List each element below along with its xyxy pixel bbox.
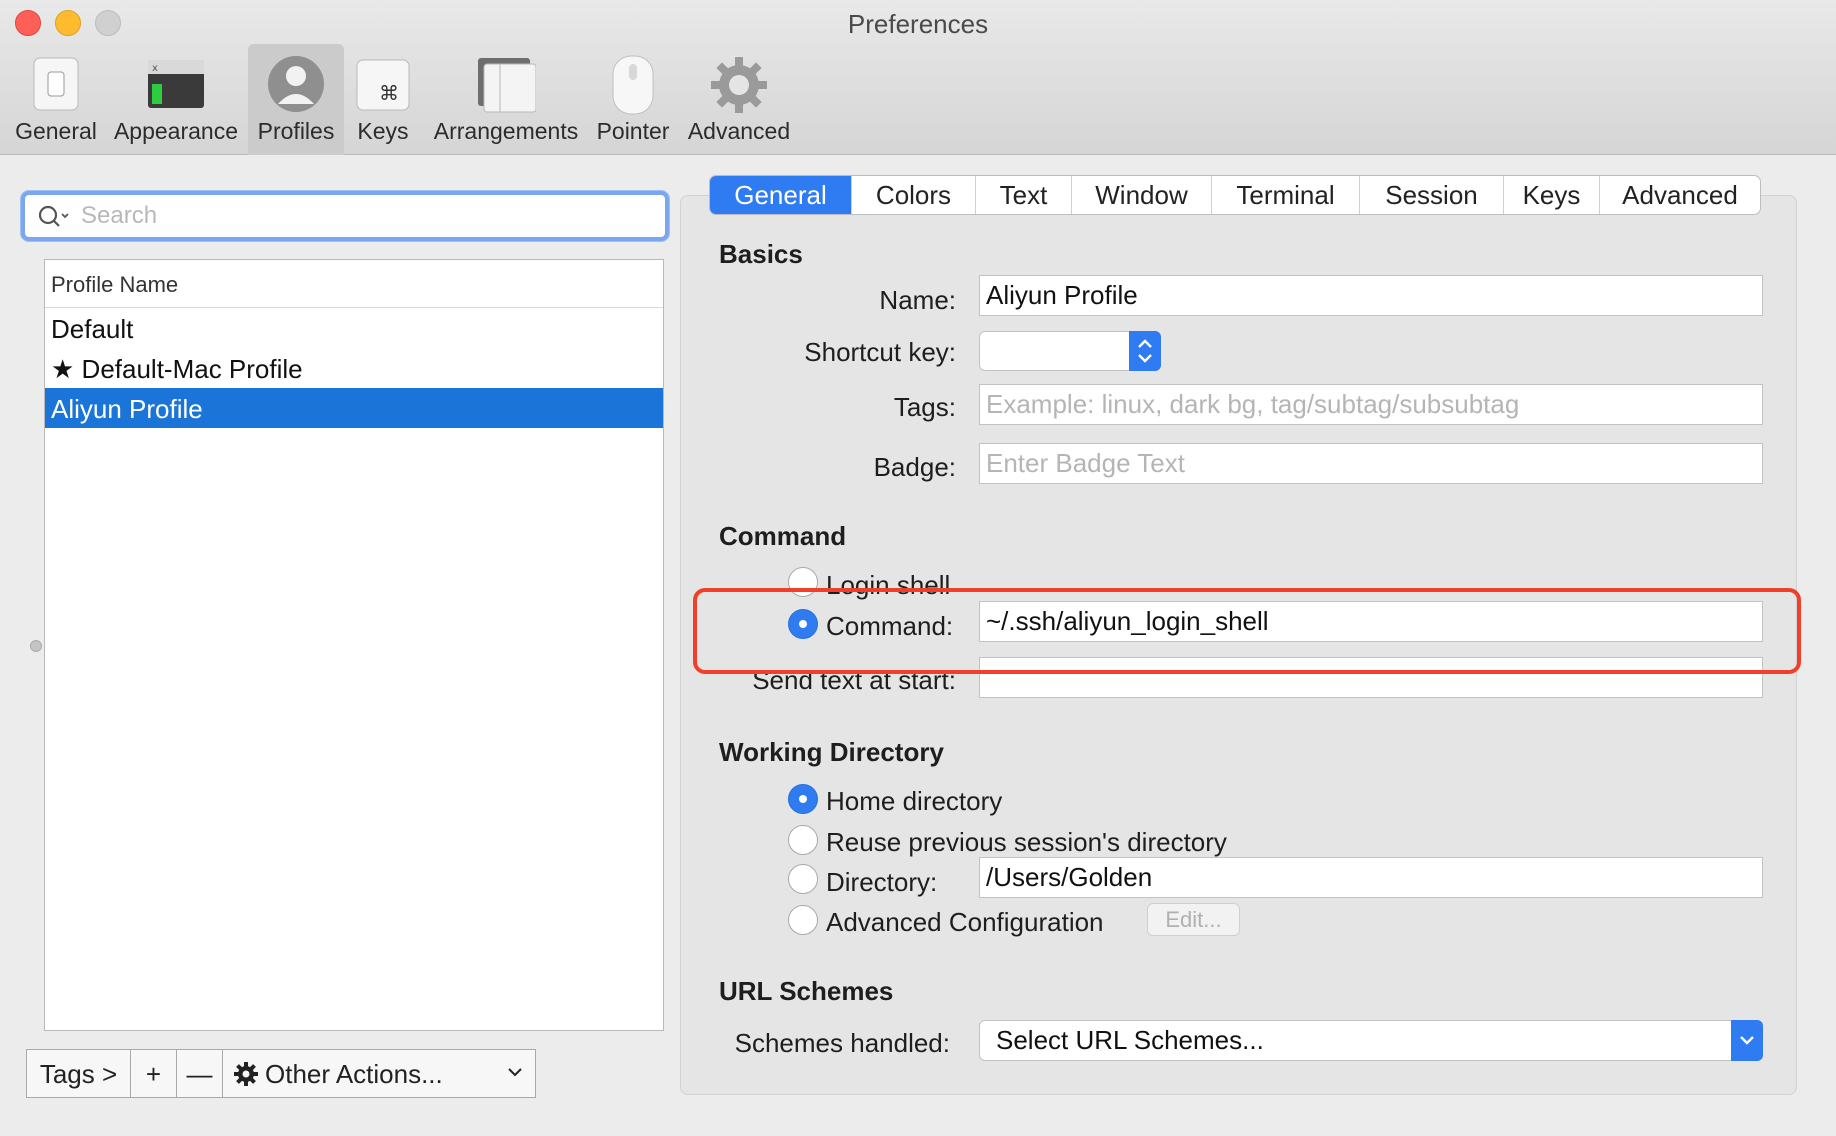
profile-row-aliyun[interactable]: Aliyun Profile xyxy=(45,388,663,428)
shortcut-key-stepper[interactable] xyxy=(1129,331,1161,371)
profile-name-column-header[interactable]: Profile Name xyxy=(45,260,663,308)
toolbar-label-pointer: Pointer xyxy=(596,118,670,144)
profile-row-default[interactable]: Default xyxy=(45,308,663,348)
person-icon xyxy=(268,56,324,112)
chevron-down-icon xyxy=(508,1068,522,1077)
toolbar-general[interactable]: General xyxy=(6,44,106,155)
toolbar-label-general: General xyxy=(15,118,97,144)
basics-section-title: Basics xyxy=(719,239,803,269)
toolbar-keys[interactable]: ⌘ Keys xyxy=(346,44,420,155)
schemes-handled-label: Schemes handled: xyxy=(734,1028,950,1058)
title-bar: Preferences General x Appearance Profile… xyxy=(0,0,1836,155)
tab-keys[interactable]: Keys xyxy=(1504,176,1600,214)
name-label: Name: xyxy=(879,285,956,315)
toolbar-label-profiles: Profiles xyxy=(257,118,335,144)
tags-field[interactable] xyxy=(979,384,1763,425)
search-input[interactable] xyxy=(81,200,641,232)
home-directory-label: Home directory xyxy=(826,786,1003,816)
profile-tabs: General Colors Text Window Terminal Sess… xyxy=(709,175,1761,215)
directory-label: Directory: xyxy=(826,867,938,897)
directory-radio[interactable] xyxy=(788,864,818,894)
reuse-directory-label: Reuse previous session's directory xyxy=(826,827,1227,857)
working-directory-section-title: Working Directory xyxy=(719,737,944,767)
command-highlight-annotation xyxy=(693,588,1801,674)
url-schemes-dropdown-button[interactable] xyxy=(1731,1020,1763,1061)
tab-colors[interactable]: Colors xyxy=(852,176,976,214)
toolbar-profiles[interactable]: Profiles xyxy=(248,44,344,155)
mouse-icon xyxy=(612,55,654,115)
reuse-directory-radio[interactable] xyxy=(788,825,818,855)
toolbar-label-keys: Keys xyxy=(357,118,409,144)
star-icon: ★ xyxy=(51,354,75,384)
url-schemes-value: Select URL Schemes... xyxy=(996,1025,1264,1055)
command-key-icon: ⌘ xyxy=(356,59,410,111)
toolbar-pointer[interactable]: Pointer xyxy=(592,44,674,155)
tab-session[interactable]: Session xyxy=(1360,176,1504,214)
profile-actions-bar: Tags > + — Other Actions... xyxy=(26,1049,536,1098)
tab-terminal[interactable]: Terminal xyxy=(1212,176,1360,214)
badge-label: Badge: xyxy=(873,452,956,482)
toolbar-arrangements[interactable]: Arrangements xyxy=(428,44,584,155)
toolbar-label-advanced: Advanced xyxy=(687,118,791,144)
search-icon xyxy=(38,205,69,227)
badge-field[interactable] xyxy=(979,443,1763,484)
other-actions-label: Other Actions... xyxy=(265,1059,443,1089)
windows-icon xyxy=(478,58,536,113)
profile-name: Default-Mac Profile xyxy=(81,354,303,384)
home-directory-radio[interactable] xyxy=(788,784,818,814)
advanced-configuration-radio[interactable] xyxy=(788,905,818,935)
profile-name: Default xyxy=(51,314,134,344)
toolbar-advanced[interactable]: Advanced xyxy=(682,44,796,155)
tab-text[interactable]: Text xyxy=(976,176,1072,214)
profile-row-default-mac[interactable]: ★ Default-Mac Profile xyxy=(45,348,663,388)
toolbar-label-arrangements: Arrangements xyxy=(433,118,579,144)
tags-toggle-button[interactable]: Tags > xyxy=(27,1050,131,1097)
gear-icon xyxy=(711,57,767,113)
tab-advanced[interactable]: Advanced xyxy=(1600,176,1760,214)
edit-advanced-configuration-button[interactable]: Edit... xyxy=(1147,903,1240,936)
url-schemes-section-title: URL Schemes xyxy=(719,976,894,1006)
tab-window[interactable]: Window xyxy=(1072,176,1212,214)
window-title: Preferences xyxy=(847,9,989,39)
shortcut-key-popup[interactable] xyxy=(979,331,1161,371)
toolbar-label-appearance: Appearance xyxy=(113,118,239,144)
gear-icon xyxy=(234,1062,258,1086)
preferences-window: Preferences General x Appearance Profile… xyxy=(0,0,1836,1136)
toolbar-appearance[interactable]: x Appearance xyxy=(108,44,244,155)
other-actions-menu[interactable]: Other Actions... xyxy=(223,1050,535,1097)
profile-search[interactable] xyxy=(21,191,669,241)
remove-profile-button[interactable]: — xyxy=(177,1050,223,1097)
name-field[interactable] xyxy=(979,275,1763,316)
advanced-configuration-label: Advanced Configuration xyxy=(826,907,1104,937)
split-view-grip[interactable] xyxy=(30,640,42,652)
updown-chevron-icon xyxy=(1138,339,1152,363)
svg-text:⌘: ⌘ xyxy=(379,81,399,105)
profile-list: Profile Name Default ★ Default-Mac Profi… xyxy=(44,259,664,1031)
add-profile-button[interactable]: + xyxy=(131,1050,177,1097)
tab-general[interactable]: General xyxy=(710,176,852,214)
url-schemes-select[interactable]: Select URL Schemes... xyxy=(979,1020,1763,1061)
profile-name: Aliyun Profile xyxy=(51,394,203,424)
svg-text:x: x xyxy=(152,63,158,74)
terminal-window-icon: x xyxy=(148,60,204,108)
shortcut-key-label: Shortcut key: xyxy=(804,337,956,367)
directory-field[interactable] xyxy=(979,857,1763,898)
chevron-down-icon xyxy=(1740,1036,1754,1045)
tags-label: Tags: xyxy=(893,392,956,422)
switch-icon xyxy=(33,57,79,111)
command-section-title: Command xyxy=(719,521,847,551)
